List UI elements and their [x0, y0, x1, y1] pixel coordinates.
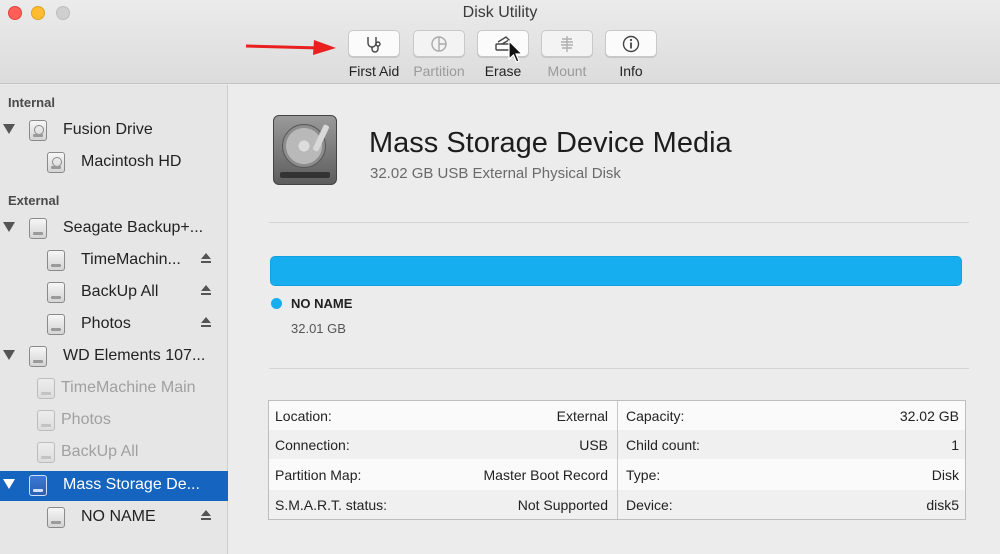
- divider: [269, 222, 969, 223]
- disclosure-triangle-icon[interactable]: [3, 479, 15, 489]
- external-disk-icon: [29, 218, 47, 239]
- sidebar-item-label: Mass Storage De...: [63, 476, 200, 493]
- sidebar-item-no-name[interactable]: NO NAME: [0, 503, 228, 533]
- info-table: Location: External Capacity: 32.02 GB Co…: [268, 400, 966, 520]
- mount-label: Mount: [547, 63, 587, 79]
- sidebar-item-photos[interactable]: Photos: [0, 310, 228, 340]
- external-disk-icon: [47, 282, 65, 303]
- disclosure-triangle-icon[interactable]: [3, 222, 15, 232]
- sidebar-item-label: Seagate Backup+...: [63, 219, 204, 236]
- internal-disk-icon: [47, 152, 65, 173]
- info-key: Device:: [626, 497, 673, 513]
- disclosure-triangle-icon[interactable]: [3, 350, 15, 360]
- info-key: Capacity:: [626, 408, 685, 424]
- sidebar-item-backup-all-unmounted[interactable]: BackUp All: [0, 438, 228, 468]
- sidebar-item-label: WD Elements 107...: [63, 347, 206, 364]
- partition-size: 32.01 GB: [291, 321, 346, 336]
- external-disk-icon: [37, 410, 55, 431]
- sidebar-item-label: Photos: [81, 315, 131, 332]
- partition-button[interactable]: Partition: [404, 30, 474, 79]
- info-key: Partition Map:: [275, 467, 362, 483]
- info-icon: [622, 35, 640, 53]
- detail-pane: Mass Storage Device Media 32.02 GB USB E…: [229, 85, 1000, 554]
- info-value: 32.02 GB: [899, 408, 959, 424]
- pie-chart-icon: [431, 36, 447, 52]
- partition-color-dot: [271, 298, 282, 309]
- sidebar-item-timemachin[interactable]: TimeMachin...: [0, 246, 228, 276]
- eject-icon[interactable]: [200, 316, 212, 328]
- sidebar-item-label: Fusion Drive: [63, 121, 153, 138]
- hard-disk-icon: [273, 115, 337, 185]
- sidebar-item-photos-unmounted[interactable]: Photos: [0, 406, 228, 436]
- sidebar-item-macintosh-hd[interactable]: Macintosh HD: [0, 148, 228, 178]
- red-arrow-annotation-icon: [245, 40, 336, 55]
- window-title: Disk Utility: [462, 4, 538, 21]
- erase-button[interactable]: Erase: [468, 30, 538, 79]
- column-divider: [617, 401, 618, 519]
- sidebar-section-internal: Internal: [8, 95, 55, 110]
- toolbar: Disk Utility First Aid Partition Erase M…: [0, 0, 1000, 84]
- info-value: Master Boot Record: [483, 467, 609, 483]
- first-aid-label: First Aid: [348, 63, 400, 79]
- info-key: Location:: [275, 408, 332, 424]
- external-disk-icon: [37, 378, 55, 399]
- sidebar-item-backup-all[interactable]: BackUp All: [0, 278, 228, 308]
- eject-icon[interactable]: [200, 509, 212, 521]
- sidebar-section-external: External: [8, 193, 60, 208]
- info-label: Info: [619, 63, 643, 79]
- info-key: Type:: [626, 467, 661, 483]
- info-value: Not Supported: [517, 497, 608, 513]
- sidebar-item-timemachine-main[interactable]: TimeMachine Main: [0, 374, 228, 404]
- mount-btn-face[interactable]: [541, 30, 593, 57]
- sidebar-item-label: TimeMachin...: [81, 251, 181, 268]
- disk-utility-window: Disk Utility First Aid Partition Erase M…: [0, 0, 1000, 554]
- eject-icon[interactable]: [200, 252, 212, 264]
- divider: [269, 368, 969, 369]
- partition-btn-face[interactable]: [413, 30, 465, 57]
- info-key: Connection:: [275, 437, 350, 453]
- info-value: 1: [951, 437, 959, 453]
- info-value: disk5: [926, 497, 959, 513]
- eject-icon[interactable]: [200, 284, 212, 296]
- sidebar-item-wd-elements[interactable]: WD Elements 107...: [0, 342, 228, 372]
- sidebar-item-label: Macintosh HD: [81, 153, 182, 170]
- info-value: Disk: [931, 467, 959, 483]
- info-btn-face[interactable]: [605, 30, 657, 57]
- first-aid-btn-face[interactable]: [348, 30, 400, 57]
- external-disk-icon: [29, 475, 47, 496]
- sidebar-item-seagate-backup[interactable]: Seagate Backup+...: [0, 214, 228, 244]
- internal-disk-icon: [29, 120, 47, 141]
- sidebar-item-label: BackUp All: [81, 283, 159, 300]
- mouse-cursor-icon: [508, 40, 524, 63]
- partition-label: Partition: [413, 63, 465, 79]
- stethoscope-icon: [367, 37, 381, 53]
- sidebar-item-label: TimeMachine Main: [61, 379, 196, 396]
- external-disk-icon: [37, 442, 55, 463]
- info-button[interactable]: Info: [596, 30, 666, 79]
- partition-name: NO NAME: [291, 296, 353, 311]
- mount-button[interactable]: Mount: [532, 30, 602, 79]
- sidebar-item-fusion-drive[interactable]: Fusion Drive: [0, 116, 228, 146]
- info-value: External: [556, 408, 608, 424]
- device-subtitle: 32.02 GB USB External Physical Disk: [370, 165, 621, 182]
- sidebar: Internal Fusion Drive Macintosh HD Exter…: [0, 85, 228, 554]
- sidebar-item-label: Photos: [61, 411, 111, 428]
- info-key: S.M.A.R.T. status:: [275, 497, 388, 513]
- sidebar-item-label: NO NAME: [81, 508, 156, 525]
- mount-icon: [561, 36, 573, 52]
- external-disk-icon: [47, 250, 65, 271]
- sidebar-item-mass-storage[interactable]: Mass Storage De...: [0, 471, 228, 501]
- info-value: USB: [579, 437, 608, 453]
- external-disk-icon: [47, 314, 65, 335]
- sidebar-item-label: BackUp All: [61, 443, 139, 460]
- disclosure-triangle-icon[interactable]: [3, 124, 15, 134]
- external-disk-icon: [29, 346, 47, 367]
- external-disk-icon: [47, 507, 65, 528]
- info-key: Child count:: [626, 437, 700, 453]
- first-aid-button[interactable]: First Aid: [339, 30, 409, 79]
- erase-label: Erase: [484, 63, 522, 79]
- device-title: Mass Storage Device Media: [369, 127, 732, 159]
- usage-bar: [270, 256, 962, 286]
